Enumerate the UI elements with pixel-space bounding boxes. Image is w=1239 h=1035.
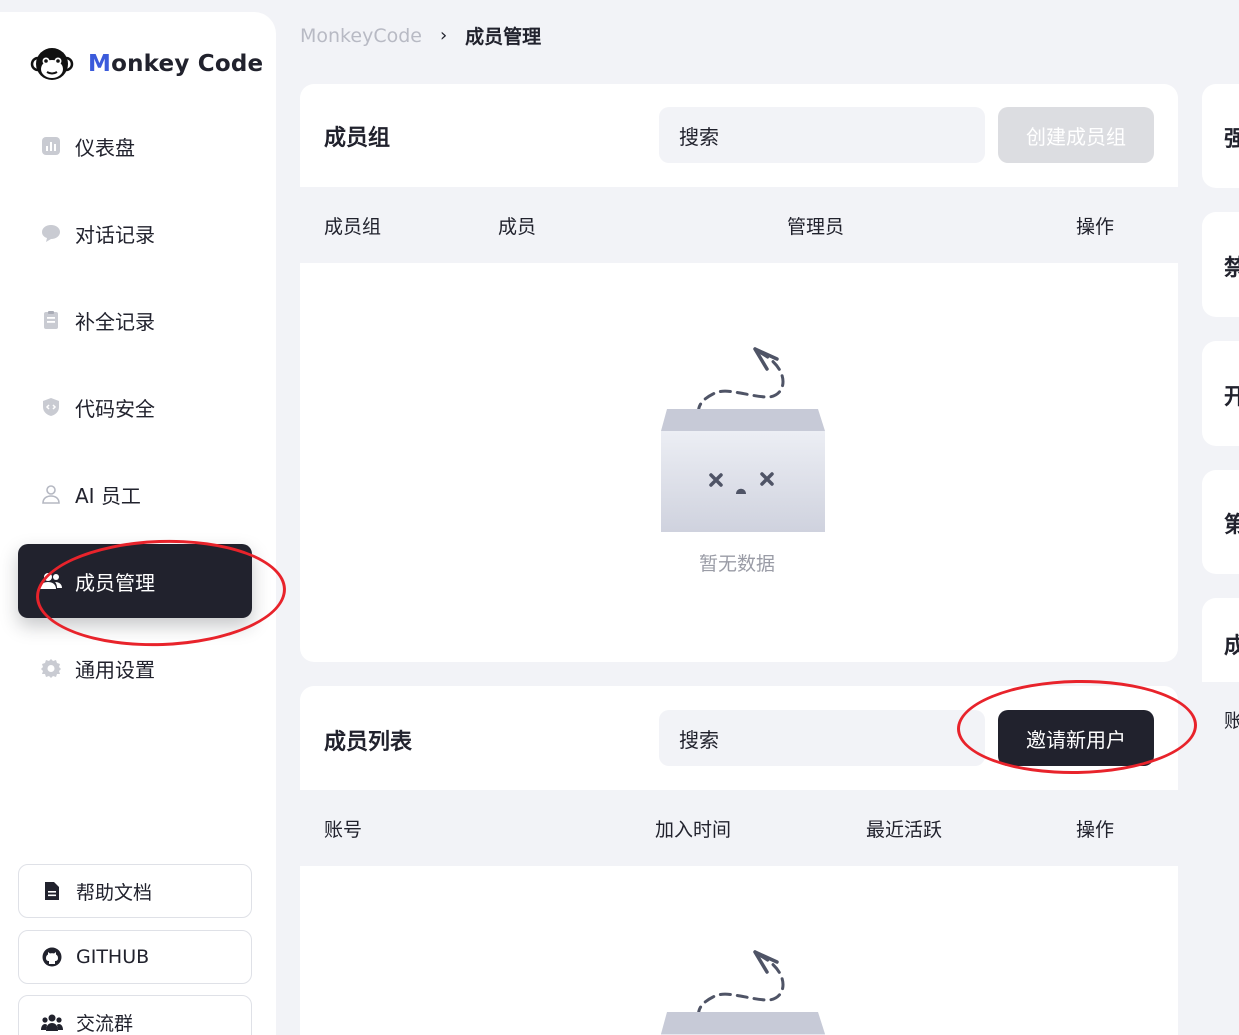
group-icon — [41, 1011, 63, 1033]
chart-icon — [40, 135, 62, 157]
github-label: GITHUB — [76, 946, 150, 968]
invite-new-user-button[interactable]: 邀请新用户 — [998, 710, 1154, 766]
sidebar-item-label: 成员管理 — [75, 570, 155, 595]
gear-icon — [40, 657, 62, 679]
search-placeholder: 搜索 — [679, 124, 719, 149]
community-group-button[interactable]: 交流群 — [18, 995, 252, 1035]
brand[interactable]: Monkey Code — [30, 42, 263, 86]
breadcrumb-root[interactable]: MonkeyCode — [300, 25, 422, 47]
create-member-group-button[interactable]: 创建成员组 — [998, 107, 1154, 163]
right-card-title: 强 — [1224, 127, 1239, 152]
column-header-last-active[interactable]: 最近活跃 — [866, 790, 942, 866]
right-card-table-header: 账 — [1202, 682, 1239, 756]
right-card-2: 禁 — [1202, 212, 1239, 317]
breadcrumb-separator: › — [439, 25, 448, 46]
sidebar-item-completion-records[interactable]: 补全记录 — [18, 283, 252, 357]
chat-icon — [40, 222, 62, 244]
column-header-admins[interactable]: 管理员 — [787, 187, 844, 263]
search-placeholder: 搜索 — [679, 727, 719, 752]
member-groups-title: 成员组 — [324, 126, 391, 151]
column-header-join-time[interactable]: 加入时间 — [655, 790, 731, 866]
column-header-actions[interactable]: 操作 — [1076, 187, 1114, 263]
column-header-actions[interactable]: 操作 — [1076, 790, 1114, 866]
document-icon — [41, 880, 63, 902]
member-list-card: 成员列表 搜索 邀请新用户 账号 加入时间 最近活跃 操作 — [300, 686, 1178, 1035]
member-groups-search-input[interactable]: 搜索 — [659, 107, 985, 163]
sidebar-item-dashboard[interactable]: 仪表盘 — [18, 109, 252, 183]
right-card-title: 禁 — [1224, 256, 1239, 281]
member-list-table-header: 账号 加入时间 最近活跃 操作 — [300, 790, 1178, 866]
empty-box-illustration-icon — [661, 347, 825, 532]
right-card-1: 强 — [1202, 84, 1239, 188]
right-card-column-header: 账 — [1224, 710, 1239, 732]
column-header-account[interactable]: 账号 — [324, 790, 362, 866]
monkey-logo-icon — [30, 48, 74, 80]
member-groups-card: 成员组 搜索 创建成员组 成员组 成员 管理员 操作 暂无数据 — [300, 84, 1178, 662]
empty-box-illustration-icon — [661, 950, 825, 1035]
right-card-5: 成 账 — [1202, 598, 1239, 756]
sidebar-item-label: AI 员工 — [75, 483, 141, 508]
clipboard-icon — [40, 309, 62, 331]
sidebar: Monkey Code 仪表盘 对话记录 补全记录 代码安全 AI 员工 成员管… — [0, 12, 276, 1035]
sidebar-item-label: 仪表盘 — [75, 135, 135, 160]
column-header-group[interactable]: 成员组 — [324, 187, 381, 263]
sidebar-item-general-settings[interactable]: 通用设置 — [18, 631, 252, 705]
github-button[interactable]: GITHUB — [18, 930, 252, 984]
sidebar-item-label: 对话记录 — [75, 222, 155, 247]
member-groups-table-header: 成员组 成员 管理员 操作 — [300, 187, 1178, 263]
brand-name: Monkey Code — [88, 51, 264, 77]
sidebar-item-member-management[interactable]: 成员管理 — [18, 544, 252, 618]
right-card-title: 开 — [1224, 385, 1239, 410]
sidebar-item-code-security[interactable]: 代码安全 — [18, 370, 252, 444]
right-card-4: 第 — [1202, 470, 1239, 574]
right-card-title: 第 — [1224, 513, 1239, 538]
user-icon — [40, 483, 62, 505]
right-card-title: 成 — [1224, 634, 1239, 659]
member-list-search-input[interactable]: 搜索 — [659, 710, 985, 766]
sidebar-item-chat-records[interactable]: 对话记录 — [18, 196, 252, 270]
sidebar-item-ai-employee[interactable]: AI 员工 — [18, 457, 252, 531]
column-header-members[interactable]: 成员 — [498, 187, 536, 263]
breadcrumb-current: 成员管理 — [465, 26, 542, 48]
breadcrumb: MonkeyCode › 成员管理 — [300, 22, 541, 49]
sidebar-item-label: 补全记录 — [75, 309, 155, 334]
help-docs-button[interactable]: 帮助文档 — [18, 864, 252, 918]
shield-code-icon — [40, 396, 62, 418]
community-group-label: 交流群 — [76, 1012, 134, 1035]
right-card-3: 开 — [1202, 341, 1239, 446]
empty-state-text: 暂无数据 — [699, 553, 776, 575]
sidebar-item-label: 代码安全 — [75, 396, 155, 421]
help-docs-label: 帮助文档 — [76, 881, 153, 904]
member-list-title: 成员列表 — [324, 730, 413, 755]
sidebar-item-label: 通用设置 — [75, 657, 155, 682]
github-icon — [41, 946, 63, 968]
users-icon — [40, 570, 62, 592]
